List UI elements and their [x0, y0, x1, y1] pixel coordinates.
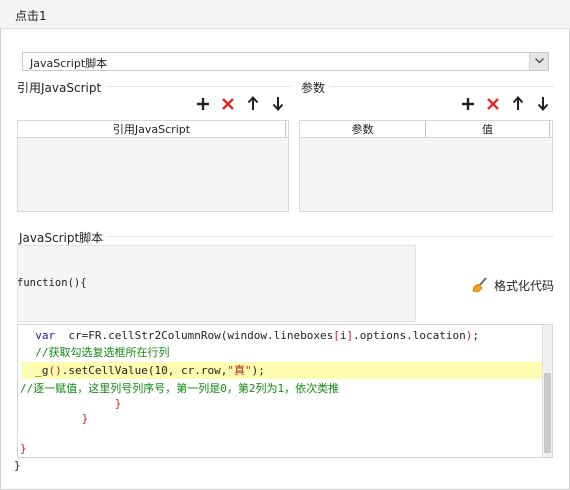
code-line[interactable]: }	[22, 395, 546, 412]
format-code-label: 格式化代码	[494, 279, 555, 293]
editor-scrollbar[interactable]	[542, 325, 552, 457]
plus-icon	[197, 98, 209, 110]
arrow-down-icon	[272, 97, 284, 111]
param-move-down-button[interactable]	[537, 96, 553, 112]
red-x-icon	[487, 98, 499, 110]
ref-move-up-button[interactable]	[247, 96, 263, 112]
code-line[interactable]: //逐一赋值，这里列号列序号，第一列是0，第2列为1，依次类推	[20, 380, 544, 397]
ref-js-table[interactable]: 引用JavaScript	[17, 120, 289, 212]
divider	[106, 236, 554, 237]
arrow-up-icon	[247, 96, 259, 110]
params-table[interactable]: 参数 值	[299, 120, 553, 212]
plus-icon	[462, 98, 474, 110]
code-line[interactable]: var cr=FR.cellStr2ColumnRow(window.lineb…	[22, 327, 546, 344]
code-line[interactable]: _g().setCellValue(10, cr.row,"真");	[22, 362, 546, 379]
window-titlebar: 点击1	[0, 0, 570, 29]
function-closing-brace: }	[14, 459, 21, 472]
code-line[interactable]	[20, 425, 544, 442]
ref-js-group-label: 引用JavaScript	[17, 81, 102, 95]
param-move-up-button[interactable]	[512, 96, 528, 112]
code-editor[interactable]: } } }//逐一赋值，这里列号列序号，第一列是0，第2列为1，依次类推 _g(…	[17, 324, 553, 458]
ref-js-table-header: 引用JavaScript	[18, 121, 288, 138]
params-group-label: 参数	[301, 81, 326, 95]
code-line[interactable]: //获取勾选复选框所在行列	[22, 344, 546, 361]
param-delete-button[interactable]	[486, 97, 502, 113]
column-header-value[interactable]: 值	[426, 121, 550, 138]
ref-delete-button[interactable]	[221, 97, 237, 113]
param-add-button[interactable]	[461, 97, 477, 113]
script-type-value: JavaScript脚本	[30, 57, 108, 70]
red-x-icon	[222, 98, 234, 110]
code-line[interactable]: }	[22, 410, 546, 427]
arrow-up-icon	[512, 96, 524, 110]
column-header-ref-js[interactable]: 引用JavaScript	[18, 121, 286, 138]
function-head-text: function(){	[17, 277, 87, 289]
arrow-down-icon	[537, 97, 549, 111]
chevron-down-icon[interactable]	[529, 53, 548, 70]
divider	[330, 86, 554, 87]
divider	[108, 86, 291, 87]
code-line[interactable]: }	[20, 440, 544, 457]
script-type-select[interactable]: JavaScript脚本	[22, 52, 549, 71]
scrollbar-thumb[interactable]	[544, 373, 551, 453]
script-group-label: JavaScript脚本	[19, 231, 104, 245]
column-header-param[interactable]: 参数	[300, 121, 426, 138]
window-title: 点击1	[15, 9, 47, 23]
ref-move-down-button[interactable]	[272, 96, 288, 112]
broom-icon	[472, 277, 487, 293]
params-table-header: 参数 值	[300, 121, 552, 138]
ref-add-button[interactable]	[196, 97, 212, 113]
